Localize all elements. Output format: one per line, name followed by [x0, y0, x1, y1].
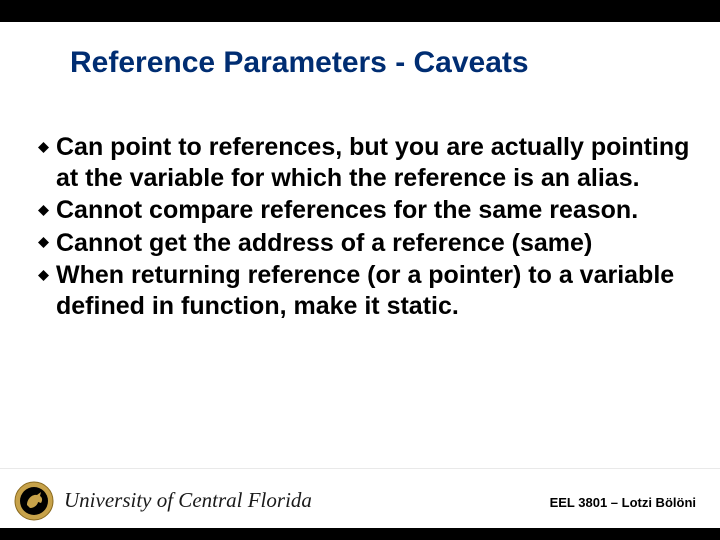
bullet-icon [38, 228, 56, 258]
bullet-icon [38, 132, 56, 162]
list-item: When returning reference (or a pointer) … [38, 260, 696, 321]
list-item: Can point to references, but you are act… [38, 132, 696, 193]
pegasus-seal-icon [14, 481, 54, 521]
bullet-text: When returning reference (or a pointer) … [56, 260, 696, 321]
top-black-bar [0, 0, 720, 22]
bullet-text: Can point to references, but you are act… [56, 132, 696, 193]
list-item: Cannot get the address of a reference (s… [38, 228, 696, 259]
bullet-icon [38, 195, 56, 225]
list-item: Cannot compare references for the same r… [38, 195, 696, 226]
slide-title: Reference Parameters - Caveats [70, 46, 680, 80]
bullet-icon [38, 260, 56, 290]
bullet-list: Can point to references, but you are act… [38, 132, 696, 323]
course-label: EEL 3801 – Lotzi Bölöni [550, 495, 696, 510]
bullet-text: Cannot get the address of a reference (s… [56, 228, 696, 259]
title-container: Reference Parameters - Caveats [70, 46, 680, 80]
bullet-text: Cannot compare references for the same r… [56, 195, 696, 226]
university-name: University of Central Florida [64, 488, 312, 513]
university-logo: University of Central Florida [14, 485, 312, 525]
bottom-black-bar [0, 528, 720, 540]
